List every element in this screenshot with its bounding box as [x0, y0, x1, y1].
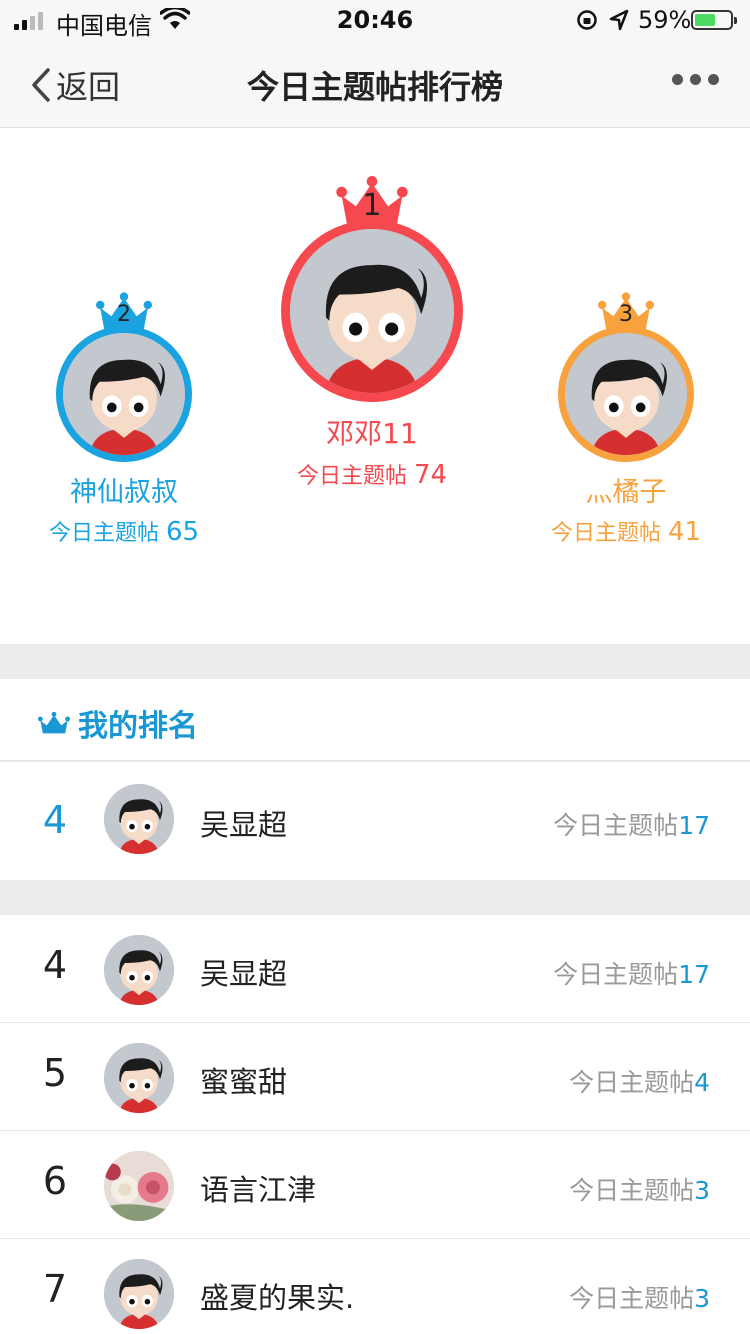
- count-label: 今日主题帖: [569, 1284, 695, 1313]
- nav-bar: 返回 今日主题帖排行榜: [0, 40, 750, 128]
- list-item[interactable]: 5 蜜蜜甜 今日主题帖4: [0, 1023, 750, 1131]
- my-rank-row[interactable]: 4 吴显超 今日主题帖17: [0, 762, 750, 880]
- count-label: 今日主题帖: [569, 1176, 695, 1205]
- list-item[interactable]: 6 语言江津 今日主题帖3: [0, 1131, 750, 1239]
- podium-first[interactable]: 1 邓邓11 今日主题帖 74: [280, 176, 464, 490]
- count-label: 今日主题帖: [48, 521, 159, 546]
- post-count: 今日主题帖17: [553, 955, 710, 991]
- podium: 1 邓邓11 今日主题帖 74 2 神仙叔叔 今日主题帖 65 3 灬橘子 今日…: [0, 128, 750, 644]
- count-label: 今日主题帖: [550, 521, 661, 546]
- status-bar: 中国电信 20:46 59%: [0, 0, 750, 40]
- third-count: 今日主题帖 41: [546, 515, 706, 547]
- avatar: [104, 1043, 174, 1113]
- count-value: 41: [667, 517, 702, 547]
- count-value: 3: [694, 1176, 710, 1205]
- count-value: 17: [678, 811, 710, 840]
- second-rank-number: 2: [117, 302, 131, 327]
- my-rank-title: 我的排名: [78, 709, 198, 744]
- count-label: 今日主题帖: [553, 960, 679, 989]
- second-name: 神仙叔叔: [70, 477, 178, 508]
- count-value: 4: [694, 1068, 710, 1097]
- user-name: 语言江津: [200, 1173, 317, 1207]
- avatar: [558, 326, 694, 462]
- count-label: 今日主题帖: [569, 1068, 695, 1097]
- location-icon: [609, 9, 629, 31]
- podium-second[interactable]: 2 神仙叔叔 今日主题帖 65: [44, 292, 204, 547]
- rank-number: 4: [42, 943, 68, 987]
- count-value: 65: [165, 517, 200, 547]
- first-name: 邓邓11: [326, 417, 418, 450]
- list-item[interactable]: 4 吴显超 今日主题帖17: [0, 915, 750, 1023]
- avatar: [56, 326, 192, 462]
- crown-icon: [38, 711, 70, 735]
- post-count: 今日主题帖17: [553, 806, 710, 842]
- post-count: 今日主题帖4: [569, 1063, 710, 1099]
- avatar: [281, 220, 463, 402]
- third-rank-number: 3: [619, 302, 633, 327]
- rank-number: 5: [42, 1051, 68, 1095]
- my-rank-header: 我的排名: [0, 679, 750, 761]
- count-value: 17: [678, 960, 710, 989]
- rank-number: 4: [42, 798, 68, 842]
- avatar: [104, 784, 174, 854]
- post-count: 今日主题帖3: [569, 1171, 710, 1207]
- user-name: 吴显超: [200, 957, 288, 991]
- list-item[interactable]: 7 盛夏的果实. 今日主题帖3: [0, 1239, 750, 1334]
- rank-number: 6: [42, 1159, 68, 1203]
- avatar: [104, 1151, 174, 1221]
- page-title: 今日主题帖排行榜: [246, 68, 503, 106]
- avatar: [104, 1259, 174, 1329]
- battery-percent: 59%: [638, 6, 692, 34]
- post-count: 今日主题帖3: [569, 1279, 710, 1315]
- podium-third[interactable]: 3 灬橘子 今日主题帖 41: [546, 292, 706, 547]
- rank-number: 7: [42, 1267, 68, 1311]
- second-count: 今日主题帖 65: [44, 515, 204, 547]
- user-name: 蜜蜜甜: [200, 1065, 288, 1099]
- first-rank-number: 1: [362, 188, 382, 223]
- first-count: 今日主题帖 74: [280, 458, 464, 490]
- user-name: 吴显超: [200, 808, 288, 842]
- user-name: 盛夏的果实.: [200, 1281, 355, 1315]
- avatar: [104, 935, 174, 1005]
- count-label: 今日主题帖: [553, 811, 679, 840]
- more-button[interactable]: [672, 74, 719, 85]
- orientation-lock-icon: [577, 10, 597, 30]
- battery-icon: [691, 10, 737, 30]
- third-name: 灬橘子: [585, 477, 667, 508]
- count-label: 今日主题帖: [296, 464, 407, 489]
- count-value: 3: [694, 1284, 710, 1313]
- count-value: 74: [413, 460, 448, 490]
